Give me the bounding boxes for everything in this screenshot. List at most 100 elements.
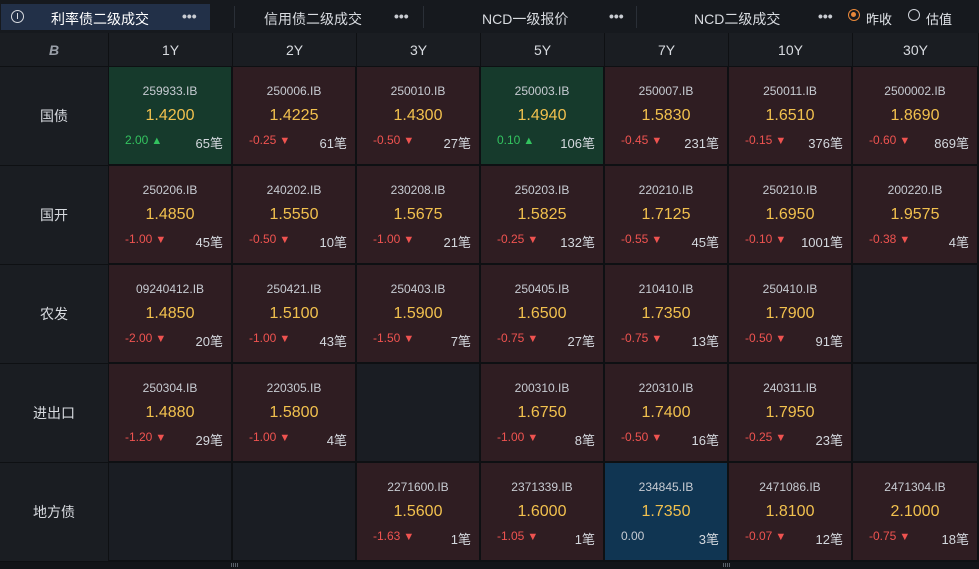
more-icon[interactable]: •••: [818, 8, 833, 24]
tab-ncd-secondary[interactable]: NCD二级成交 •••: [637, 4, 839, 30]
bond-cell[interactable]: 250007.IB 1.5830 -0.45 ▼ 231笔: [605, 67, 729, 166]
bond-cell[interactable]: 250304.IB 1.4880 -1.20 ▼ 29笔: [109, 364, 233, 463]
change-value: -1.50: [373, 331, 401, 345]
info-icon[interactable]: [11, 10, 24, 23]
bond-yield: 1.5675: [393, 206, 443, 223]
trade-count: 91笔: [815, 334, 843, 349]
change-value: -0.60: [869, 133, 897, 147]
yield-change: -0.25 ▼: [249, 133, 290, 147]
trade-count: 1笔: [450, 532, 471, 547]
tab-credit-bond-secondary[interactable]: 信用债二级成交 •••: [235, 4, 420, 30]
more-icon[interactable]: •••: [609, 8, 624, 24]
bond-cell[interactable]: 259933.IB 1.4200 2.00 ▲ 65笔: [109, 67, 233, 166]
trade-count: 869笔: [934, 136, 969, 151]
bond-cell[interactable]: 250011.IB 1.6510 -0.15 ▼ 376笔: [729, 67, 853, 166]
bond-cell[interactable]: 220210.IB 1.7125 -0.55 ▼ 45笔: [605, 166, 729, 265]
bond-cell[interactable]: 250003.IB 1.4940 0.10 ▲ 106笔: [481, 67, 605, 166]
bond-cell[interactable]: 250421.IB 1.5100 -1.00 ▼ 43笔: [233, 265, 357, 364]
bond-yield: 1.6510: [765, 107, 815, 124]
arrow-down-icon: ▼: [279, 234, 291, 246]
bond-cell[interactable]: 210410.IB 1.7350 -0.75 ▼ 13笔: [605, 265, 729, 364]
bond-cell[interactable]: 2371339.IB 1.6000 -1.05 ▼ 1笔: [481, 463, 605, 562]
bond-yield: 1.4300: [393, 107, 443, 124]
tab-rate-bond-secondary[interactable]: 利率债二级成交 •••: [1, 4, 210, 30]
bond-cell[interactable]: 200220.IB 1.9575 -0.38 ▼ 4笔: [853, 166, 979, 265]
bond-yield: 1.4940: [517, 107, 567, 124]
row-header: 进出口: [0, 364, 109, 463]
tenor-header: 3Y: [357, 33, 481, 67]
bond-yield: 1.7350: [641, 305, 691, 322]
arrow-down-icon: ▼: [527, 432, 539, 444]
bond-cell[interactable]: 250410.IB 1.7900 -0.50 ▼ 91笔: [729, 265, 853, 364]
bond-code: 250421.IB: [266, 282, 322, 296]
bond-yield: 1.7900: [765, 305, 815, 322]
radio-label-prev-close[interactable]: 昨收: [866, 9, 892, 28]
bond-cell[interactable]: 2471086.IB 1.8100 -0.07 ▼ 12笔: [729, 463, 853, 562]
resize-grip-icon[interactable]: [231, 563, 239, 567]
yield-change: -0.50 ▼: [745, 331, 786, 345]
bond-code: 2471086.IB: [759, 480, 821, 494]
bond-yield: 1.5800: [269, 404, 319, 421]
radio-valuation[interactable]: [908, 9, 920, 21]
radio-prev-close[interactable]: [848, 9, 860, 21]
bond-cell[interactable]: 220310.IB 1.7400 -0.50 ▼ 16笔: [605, 364, 729, 463]
arrow-down-icon: ▼: [155, 234, 167, 246]
arrow-down-icon: ▼: [775, 432, 787, 444]
bond-yield: 1.5830: [641, 107, 691, 124]
empty-cell: [853, 364, 979, 463]
yield-matrix: B 1Y 2Y 3Y 5Y 7Y 10Y 30Y 国债 259933.IB 1.4200 2.00 ▲…: [0, 33, 979, 562]
change-value: -1.00: [497, 430, 525, 444]
arrow-down-icon: ▼: [155, 333, 167, 345]
bond-code: 210410.IB: [638, 282, 694, 296]
bond-cell[interactable]: 220305.IB 1.5800 -1.00 ▼ 4笔: [233, 364, 357, 463]
corner-cell: B: [0, 33, 109, 67]
bond-cell[interactable]: 230208.IB 1.5675 -1.00 ▼ 21笔: [357, 166, 481, 265]
radio-label-valuation[interactable]: 估值: [926, 9, 952, 28]
bond-cell[interactable]: 200310.IB 1.6750 -1.00 ▼ 8笔: [481, 364, 605, 463]
bond-cell[interactable]: 250203.IB 1.5825 -0.25 ▼ 132笔: [481, 166, 605, 265]
bloomberg-b-icon: B: [48, 41, 60, 58]
yield-change: -1.63 ▼: [373, 529, 414, 543]
bottom-resize-bar[interactable]: [0, 562, 979, 569]
bond-cell[interactable]: 234845.IB 1.7350 0.00 3笔: [605, 463, 729, 562]
yield-change: -1.00 ▼: [249, 331, 290, 345]
change-value: -1.00: [373, 232, 401, 246]
bond-cell[interactable]: 2271600.IB 1.5600 -1.63 ▼ 1笔: [357, 463, 481, 562]
bond-cell[interactable]: 240311.IB 1.7950 -0.25 ▼ 23笔: [729, 364, 853, 463]
bond-cell[interactable]: 250405.IB 1.6500 -0.75 ▼ 27笔: [481, 265, 605, 364]
yield-change: -1.00 ▼: [373, 232, 414, 246]
bond-cell[interactable]: 2500002.IB 1.8690 -0.60 ▼ 869笔: [853, 67, 979, 166]
trade-count: 45笔: [195, 235, 223, 250]
bond-cell[interactable]: 250010.IB 1.4300 -0.50 ▼ 27笔: [357, 67, 481, 166]
bond-code: 250403.IB: [390, 282, 446, 296]
bond-yield: 1.6950: [765, 206, 815, 223]
bond-cell[interactable]: 250006.IB 1.4225 -0.25 ▼ 61笔: [233, 67, 357, 166]
more-icon[interactable]: •••: [182, 8, 197, 24]
bond-yield: 1.4880: [145, 404, 195, 421]
bond-code: 220310.IB: [638, 381, 694, 395]
bond-cell[interactable]: 250210.IB 1.6950 -0.10 ▼ 1001笔: [729, 166, 853, 265]
trade-count: 231笔: [684, 136, 719, 151]
bond-yield: 1.7125: [641, 206, 691, 223]
arrow-down-icon: ▼: [403, 333, 415, 345]
more-icon[interactable]: •••: [394, 8, 409, 24]
bond-cell[interactable]: 240202.IB 1.5550 -0.50 ▼ 10笔: [233, 166, 357, 265]
resize-grip-icon[interactable]: [723, 563, 731, 567]
arrow-down-icon: ▼: [403, 531, 415, 543]
bond-cell[interactable]: 250403.IB 1.5900 -1.50 ▼ 7笔: [357, 265, 481, 364]
yield-change: -0.38 ▼: [869, 232, 910, 246]
bond-cell[interactable]: 2471304.IB 2.1000 -0.75 ▼ 18笔: [853, 463, 979, 562]
bond-cell[interactable]: 250206.IB 1.4850 -1.00 ▼ 45笔: [109, 166, 233, 265]
arrow-down-icon: ▼: [775, 531, 787, 543]
yield-change: -1.00 ▼: [249, 430, 290, 444]
arrow-down-icon: ▼: [527, 531, 539, 543]
change-value: -0.25: [497, 232, 525, 246]
top-toolbar: 利率债二级成交 ••• 信用债二级成交 ••• NCD一级报价 ••• NCD二…: [0, 0, 979, 33]
change-value: -0.50: [745, 331, 773, 345]
bond-cell[interactable]: 09240412.IB 1.4850 -2.00 ▼ 20笔: [109, 265, 233, 364]
row-header: 国债: [0, 67, 109, 166]
tab-ncd-primary-quote[interactable]: NCD一级报价 •••: [424, 4, 634, 30]
empty-cell: [357, 364, 481, 463]
yield-change: -0.25 ▼: [745, 430, 786, 444]
bond-yield: 1.7950: [765, 404, 815, 421]
